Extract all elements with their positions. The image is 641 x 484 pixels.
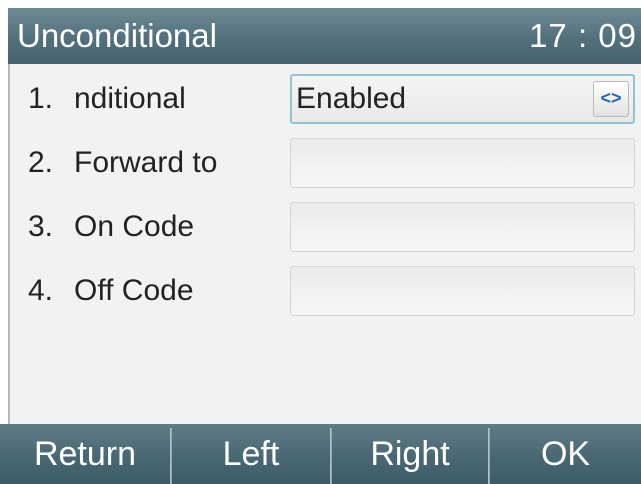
clock: 17 : 09 [529, 17, 637, 54]
row-number: 4. [28, 274, 54, 307]
row-label: On Code [74, 210, 195, 243]
row-label: nditional [74, 82, 186, 115]
setting-row-off-code[interactable]: 4. Off Code [10, 260, 641, 320]
row-number: 1. [28, 82, 54, 115]
softkey-bar: Return Left Right OK [0, 424, 641, 484]
title-bar: Unconditional 17 : 09 [8, 8, 641, 64]
row-number: 3. [28, 210, 54, 243]
on-code-input[interactable] [290, 202, 635, 252]
phone-screen: Unconditional 17 : 09 1. nditional Enabl… [0, 0, 641, 484]
right-softkey[interactable]: Right [332, 424, 488, 484]
setting-row-on-code[interactable]: 3. On Code [10, 196, 641, 256]
ok-softkey[interactable]: OK [490, 424, 641, 484]
setting-row-conditional[interactable]: 1. nditional Enabled <> [10, 68, 641, 128]
setting-row-forward-to[interactable]: 2. Forward to [10, 132, 641, 192]
page-title: Unconditional [17, 17, 217, 54]
row-number: 2. [28, 146, 54, 179]
status-value: Enabled [296, 82, 407, 115]
settings-list: 1. nditional Enabled <> 2. Forward to 3.… [8, 64, 641, 424]
off-code-input[interactable] [290, 266, 635, 316]
return-softkey[interactable]: Return [0, 424, 170, 484]
forward-to-input[interactable] [290, 138, 635, 188]
left-right-arrows-icon[interactable]: <> [593, 81, 629, 117]
status-select[interactable]: Enabled <> [290, 74, 635, 124]
row-label: Off Code [74, 274, 194, 307]
left-softkey[interactable]: Left [172, 424, 330, 484]
row-label: Forward to [74, 146, 218, 179]
